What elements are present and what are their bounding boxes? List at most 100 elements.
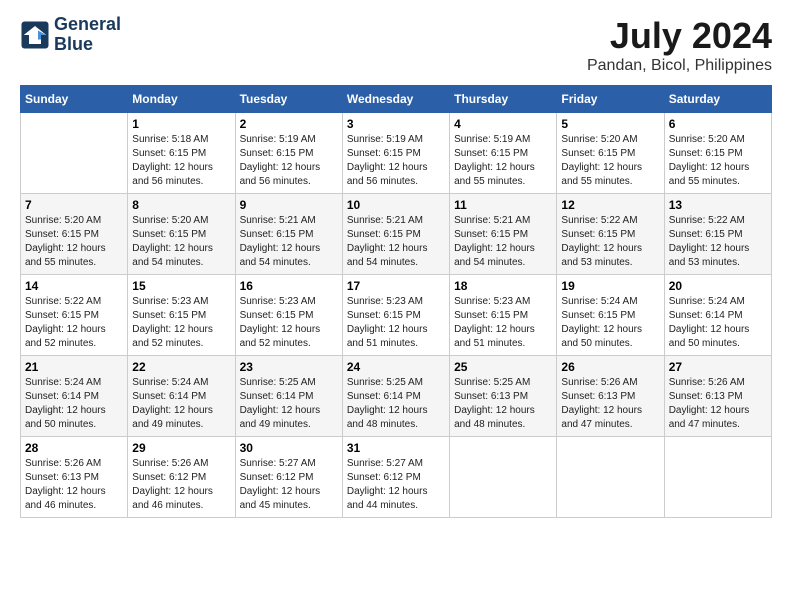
calendar-cell: 25Sunrise: 5:25 AM Sunset: 6:13 PM Dayli…: [450, 356, 557, 437]
calendar-cell: 30 Sunrise: 5:27 AM Sunset: 6:12 PM Dayli…: [235, 437, 342, 518]
day-info: Sunrise: 5:20 AM Sunset: 6:15 PM Dayligh…: [132, 214, 230, 270]
col-header-friday: Friday: [557, 86, 664, 113]
day-info: Sunrise: 5:21 AM Sunset: 6:15 PM Dayligh…: [347, 214, 445, 270]
day-number: 15: [132, 279, 230, 293]
day-info: Sunrise: 5:26 AM Sunset: 6:13 PM Dayligh…: [561, 376, 659, 432]
day-info: Sunrise: 5:26 AM Sunset: 6:12 PM Dayligh…: [132, 457, 230, 513]
calendar-header-row: SundayMondayTuesdayWednesdayThursdayFrid…: [21, 86, 772, 113]
calendar-cell: 17 Sunrise: 5:23 AM Sunset: 6:15 PM Dayli…: [342, 275, 449, 356]
calendar-cell: 9Sunrise: 5:21 AM Sunset: 6:15 PM Daylig…: [235, 194, 342, 275]
calendar-cell: 16Sunrise: 5:23 AM Sunset: 6:15 PM Dayli…: [235, 275, 342, 356]
calendar-cell: 22 Sunrise: 5:24 AM Sunset: 6:14 PM Dayli…: [128, 356, 235, 437]
day-number: 18: [454, 279, 552, 293]
day-number: 29: [132, 441, 230, 455]
month-year: July 2024: [587, 15, 772, 57]
day-number: 9: [240, 198, 338, 212]
logo-icon: [20, 20, 50, 50]
calendar-cell: 4 Sunrise: 5:19 AM Sunset: 6:15 PM Daylig…: [450, 113, 557, 194]
day-info: Sunrise: 5:19 AM Sunset: 6:15 PM Dayligh…: [240, 133, 338, 189]
calendar-cell: 18Sunrise: 5:23 AM Sunset: 6:15 PM Dayli…: [450, 275, 557, 356]
day-number: 21: [25, 360, 123, 374]
day-info: Sunrise: 5:19 AM Sunset: 6:15 PM Dayligh…: [454, 133, 552, 189]
day-info: Sunrise: 5:24 AM Sunset: 6:14 PM Dayligh…: [25, 376, 123, 432]
calendar-cell: 31Sunrise: 5:27 AM Sunset: 6:12 PM Dayli…: [342, 437, 449, 518]
day-info: Sunrise: 5:19 AM Sunset: 6:15 PM Dayligh…: [347, 133, 445, 189]
calendar-week-row: 14 Sunrise: 5:22 AM Sunset: 6:15 PM Dayli…: [21, 275, 772, 356]
day-number: 11: [454, 198, 552, 212]
day-number: 26: [561, 360, 659, 374]
col-header-saturday: Saturday: [664, 86, 771, 113]
day-number: 8: [132, 198, 230, 212]
day-number: 13: [669, 198, 767, 212]
day-info: Sunrise: 5:20 AM Sunset: 6:15 PM Dayligh…: [669, 133, 767, 189]
day-number: 4: [454, 117, 552, 131]
day-number: 6: [669, 117, 767, 131]
day-number: 28: [25, 441, 123, 455]
day-info: Sunrise: 5:25 AM Sunset: 6:13 PM Dayligh…: [454, 376, 552, 432]
day-info: Sunrise: 5:26 AM Sunset: 6:13 PM Dayligh…: [669, 376, 767, 432]
calendar-cell: 10 Sunrise: 5:21 AM Sunset: 6:15 PM Dayli…: [342, 194, 449, 275]
calendar-cell: 1Sunrise: 5:18 AM Sunset: 6:15 PM Daylig…: [128, 113, 235, 194]
calendar-cell: 27Sunrise: 5:26 AM Sunset: 6:13 PM Dayli…: [664, 356, 771, 437]
calendar-cell: 6 Sunrise: 5:20 AM Sunset: 6:15 PM Daylig…: [664, 113, 771, 194]
calendar-cell: [21, 113, 128, 194]
calendar-week-row: 28 Sunrise: 5:26 AM Sunset: 6:13 PM Dayli…: [21, 437, 772, 518]
day-info: Sunrise: 5:26 AM Sunset: 6:13 PM Dayligh…: [25, 457, 123, 513]
day-number: 1: [132, 117, 230, 131]
day-number: 23: [240, 360, 338, 374]
calendar-cell: 20Sunrise: 5:24 AM Sunset: 6:14 PM Dayli…: [664, 275, 771, 356]
calendar-week-row: 7Sunrise: 5:20 AM Sunset: 6:15 PM Daylig…: [21, 194, 772, 275]
day-info: Sunrise: 5:23 AM Sunset: 6:15 PM Dayligh…: [347, 295, 445, 351]
location: Pandan, Bicol, Philippines: [587, 57, 772, 75]
day-number: 24: [347, 360, 445, 374]
calendar-week-row: 1Sunrise: 5:18 AM Sunset: 6:15 PM Daylig…: [21, 113, 772, 194]
calendar-cell: 11 Sunrise: 5:21 AM Sunset: 6:15 PM Dayli…: [450, 194, 557, 275]
col-header-wednesday: Wednesday: [342, 86, 449, 113]
calendar-cell: [450, 437, 557, 518]
calendar-cell: 21 Sunrise: 5:24 AM Sunset: 6:14 PM Dayli…: [21, 356, 128, 437]
logo-line1: General: [54, 15, 121, 35]
day-info: Sunrise: 5:20 AM Sunset: 6:15 PM Dayligh…: [25, 214, 123, 270]
calendar-cell: 5 Sunrise: 5:20 AM Sunset: 6:15 PM Daylig…: [557, 113, 664, 194]
day-number: 5: [561, 117, 659, 131]
col-header-thursday: Thursday: [450, 86, 557, 113]
calendar-cell: [664, 437, 771, 518]
day-info: Sunrise: 5:27 AM Sunset: 6:12 PM Dayligh…: [240, 457, 338, 513]
calendar-cell: [557, 437, 664, 518]
day-info: Sunrise: 5:20 AM Sunset: 6:15 PM Dayligh…: [561, 133, 659, 189]
col-header-monday: Monday: [128, 86, 235, 113]
calendar-cell: 2 Sunrise: 5:19 AM Sunset: 6:15 PM Daylig…: [235, 113, 342, 194]
logo-line2: Blue: [54, 35, 121, 55]
day-info: Sunrise: 5:24 AM Sunset: 6:14 PM Dayligh…: [132, 376, 230, 432]
header: General Blue July 2024 Pandan, Bicol, Ph…: [20, 15, 772, 75]
calendar-cell: 23Sunrise: 5:25 AM Sunset: 6:14 PM Dayli…: [235, 356, 342, 437]
day-number: 14: [25, 279, 123, 293]
calendar-cell: 28 Sunrise: 5:26 AM Sunset: 6:13 PM Dayli…: [21, 437, 128, 518]
calendar-cell: 14 Sunrise: 5:22 AM Sunset: 6:15 PM Dayli…: [21, 275, 128, 356]
calendar-cell: 19Sunrise: 5:24 AM Sunset: 6:15 PM Dayli…: [557, 275, 664, 356]
calendar-week-row: 21 Sunrise: 5:24 AM Sunset: 6:14 PM Dayli…: [21, 356, 772, 437]
logo-text: General Blue: [54, 15, 121, 55]
day-number: 30: [240, 441, 338, 455]
calendar-cell: 13Sunrise: 5:22 AM Sunset: 6:15 PM Dayli…: [664, 194, 771, 275]
day-number: 3: [347, 117, 445, 131]
logo: General Blue: [20, 15, 121, 55]
day-number: 2: [240, 117, 338, 131]
calendar-cell: 12Sunrise: 5:22 AM Sunset: 6:15 PM Dayli…: [557, 194, 664, 275]
day-number: 22: [132, 360, 230, 374]
calendar-cell: 26 Sunrise: 5:26 AM Sunset: 6:13 PM Dayli…: [557, 356, 664, 437]
calendar-cell: 15 Sunrise: 5:23 AM Sunset: 6:15 PM Dayli…: [128, 275, 235, 356]
day-info: Sunrise: 5:23 AM Sunset: 6:15 PM Dayligh…: [240, 295, 338, 351]
day-info: Sunrise: 5:23 AM Sunset: 6:15 PM Dayligh…: [132, 295, 230, 351]
day-number: 17: [347, 279, 445, 293]
day-info: Sunrise: 5:24 AM Sunset: 6:14 PM Dayligh…: [669, 295, 767, 351]
col-header-sunday: Sunday: [21, 86, 128, 113]
day-number: 10: [347, 198, 445, 212]
day-info: Sunrise: 5:21 AM Sunset: 6:15 PM Dayligh…: [454, 214, 552, 270]
day-info: Sunrise: 5:25 AM Sunset: 6:14 PM Dayligh…: [347, 376, 445, 432]
day-info: Sunrise: 5:22 AM Sunset: 6:15 PM Dayligh…: [25, 295, 123, 351]
calendar-cell: 3 Sunrise: 5:19 AM Sunset: 6:15 PM Daylig…: [342, 113, 449, 194]
col-header-tuesday: Tuesday: [235, 86, 342, 113]
title-block: July 2024 Pandan, Bicol, Philippines: [587, 15, 772, 75]
day-number: 12: [561, 198, 659, 212]
